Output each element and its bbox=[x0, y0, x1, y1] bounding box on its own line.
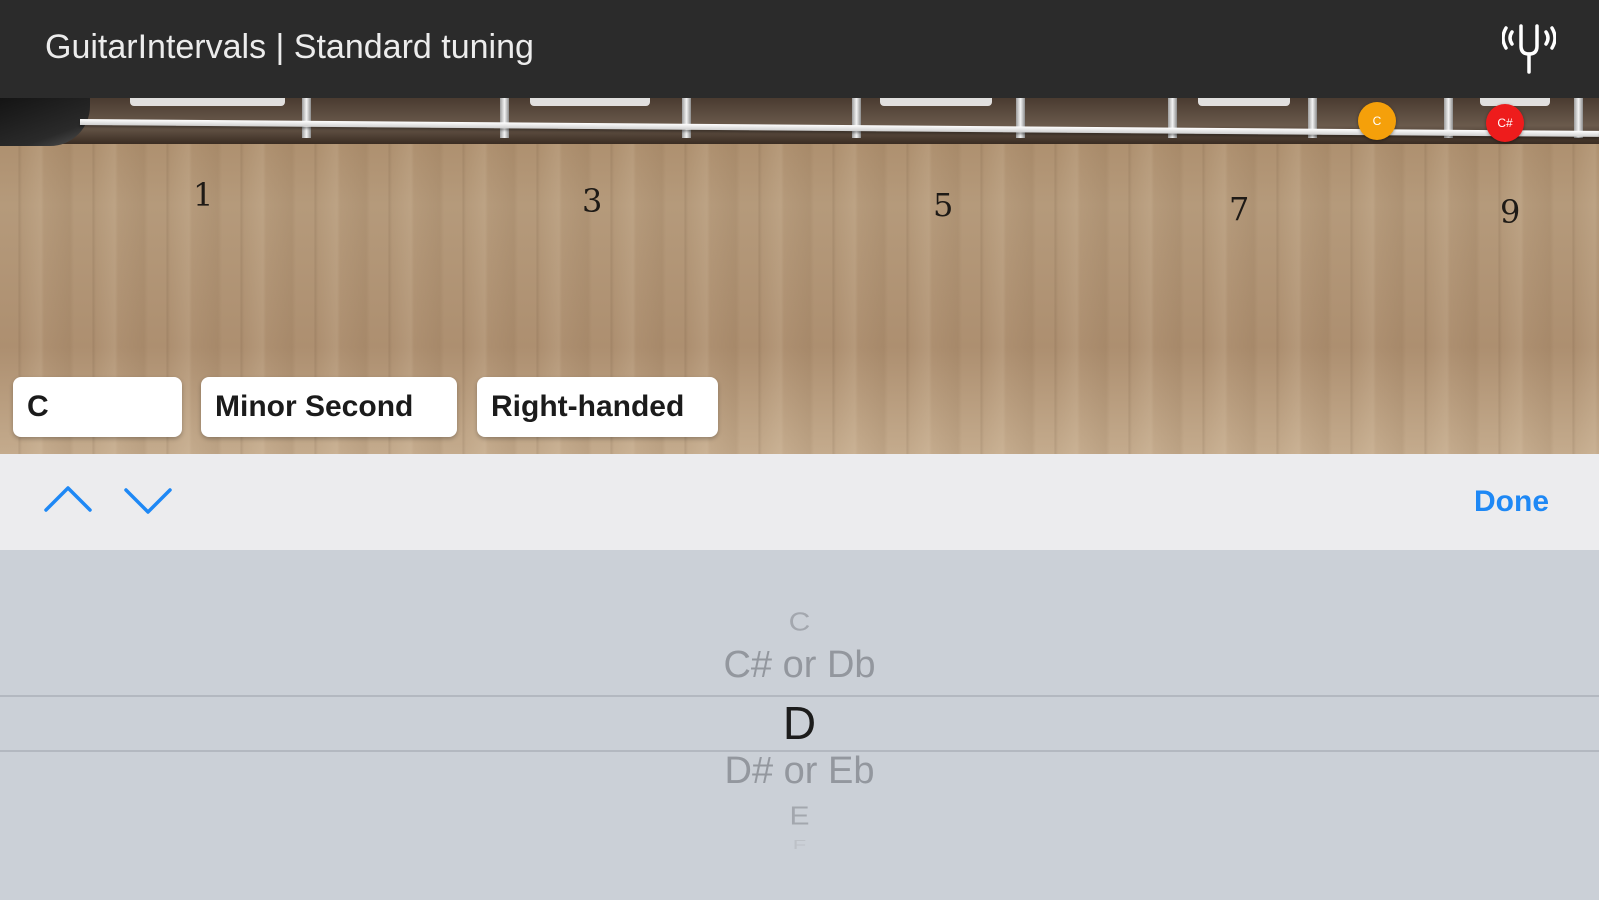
fret-number-7: 7 bbox=[1229, 190, 1250, 228]
fret-number-9: 9 bbox=[1500, 193, 1521, 231]
root-note-field[interactable]: C bbox=[13, 377, 182, 437]
chevron-up-icon[interactable] bbox=[40, 478, 96, 522]
picker-option[interactable]: C bbox=[0, 609, 1599, 638]
interval-button[interactable]: Minor Second bbox=[201, 377, 457, 437]
app-title: GuitarIntervals | Standard tuning bbox=[45, 28, 534, 66]
fret-inlay bbox=[130, 98, 285, 106]
chevron-down-icon[interactable] bbox=[120, 478, 176, 522]
fret-wire bbox=[852, 98, 861, 138]
note-marker-interval[interactable]: C# bbox=[1486, 104, 1524, 142]
app-screen: GuitarIntervals | Standard tuning C C# 1… bbox=[0, 0, 1599, 900]
note-picker[interactable]: C C# or Db D D# or Eb E F bbox=[0, 550, 1599, 900]
picker-option[interactable]: D# or Eb bbox=[0, 750, 1599, 793]
picker-option-selected[interactable]: D bbox=[0, 696, 1599, 750]
fret-number-1: 1 bbox=[193, 176, 214, 214]
fret-wire bbox=[682, 98, 691, 138]
fret-inlay bbox=[1198, 98, 1290, 106]
title-bar: GuitarIntervals | Standard tuning bbox=[0, 0, 1599, 100]
fret-wire bbox=[302, 98, 311, 138]
tuning-fork-icon[interactable] bbox=[1501, 20, 1557, 76]
picker-toolbar bbox=[0, 454, 1599, 550]
fret-inlay bbox=[530, 98, 650, 106]
fret-inlay bbox=[880, 98, 992, 106]
picker-option[interactable]: E bbox=[0, 803, 1599, 832]
fret-number-5: 5 bbox=[933, 186, 954, 224]
picker-option[interactable]: C# or Db bbox=[0, 644, 1599, 687]
fret-inlay bbox=[1480, 98, 1550, 106]
done-button[interactable]: Done bbox=[1474, 485, 1549, 519]
picker-option[interactable]: F bbox=[0, 837, 1599, 853]
fret-wire bbox=[500, 98, 509, 138]
note-marker-root[interactable]: C bbox=[1358, 102, 1396, 140]
handedness-button[interactable]: Right-handed bbox=[477, 377, 718, 437]
fret-number-3: 3 bbox=[582, 182, 603, 220]
